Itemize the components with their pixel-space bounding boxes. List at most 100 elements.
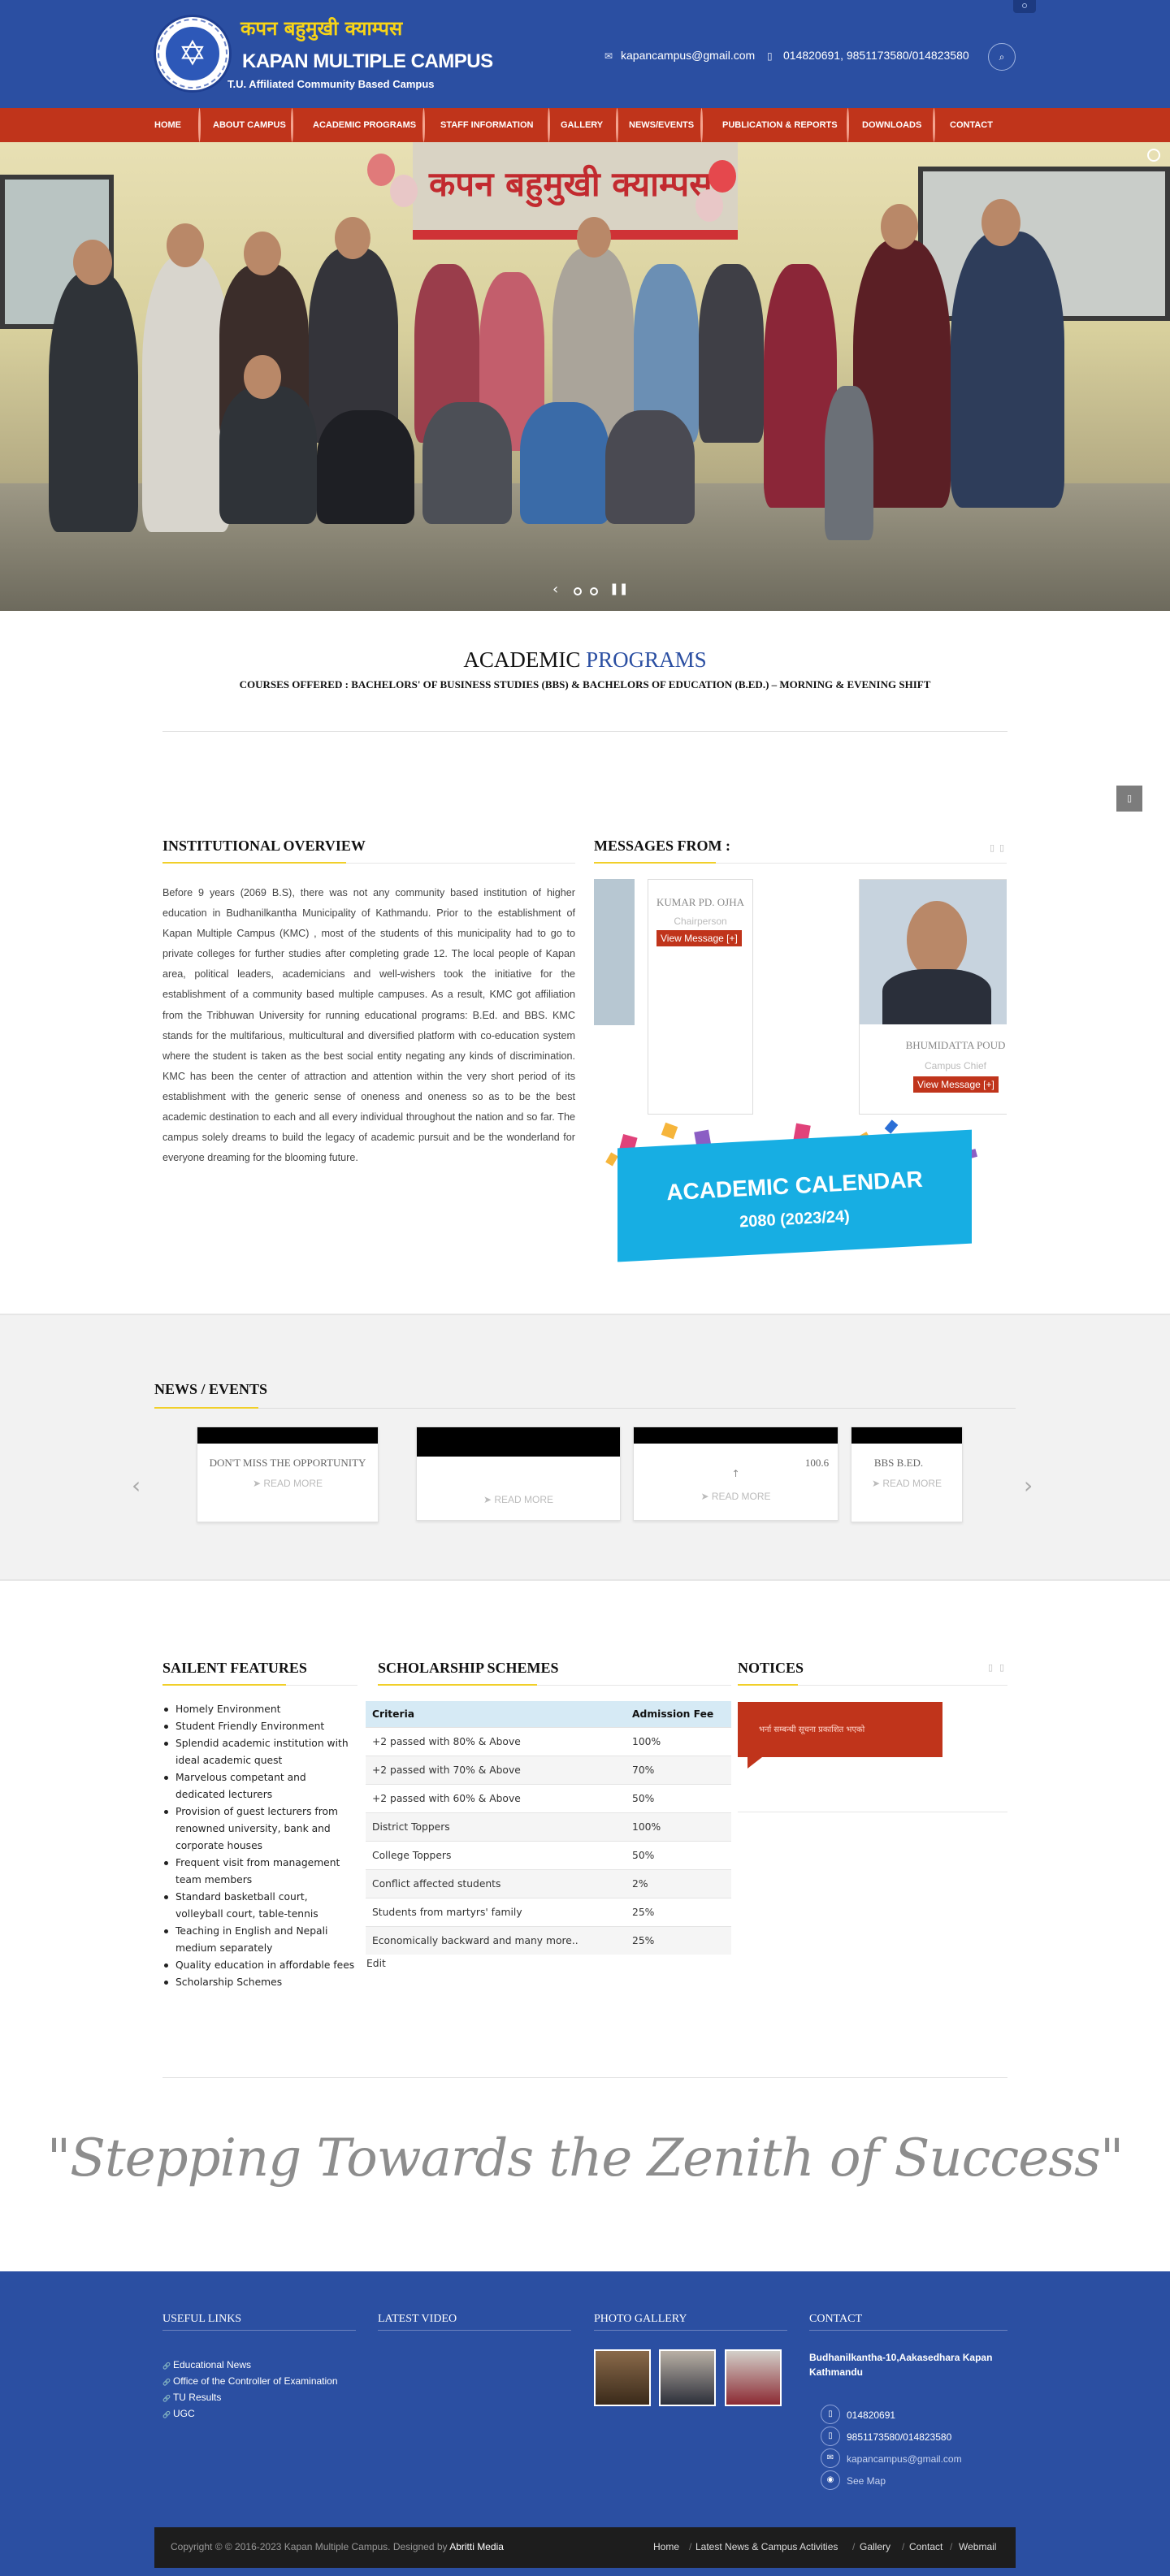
list-item: Provision of guest lecturers from renown… — [162, 1803, 358, 1855]
footer-nav-latest-news[interactable]: Latest News & Campus Activities — [696, 2541, 838, 2552]
read-more-link[interactable]: ➤ READ MORE — [417, 1494, 620, 1505]
footer-nav-contact[interactable]: Contact — [909, 2541, 942, 2552]
news-card[interactable]: BBS B.ED. ➤ READ MORE — [851, 1427, 963, 1522]
read-more-link[interactable]: ➤ READ MORE — [852, 1478, 962, 1489]
academic-programs-title: ACADEMIC PROGRAMS — [463, 647, 707, 672]
phone-icon: ▯ — [767, 50, 773, 62]
nav-item-publication-reports[interactable]: PUBLICATION & REPORTS — [722, 108, 838, 142]
gallery-thumbnail[interactable] — [594, 2349, 651, 2406]
read-more-link[interactable]: ➤ READ MORE — [634, 1491, 838, 1502]
contact-email[interactable]: kapancampus@gmail.com — [847, 2453, 962, 2465]
nav-item-downloads[interactable]: DOWNLOADS — [862, 108, 921, 142]
brand-name-nepali: कपन बहुमुखी क्याम्पस — [240, 17, 403, 40]
latest-video-heading: LATEST VIDEO — [378, 2313, 457, 2325]
hero-dot-1[interactable] — [574, 587, 582, 595]
hero-slider[interactable]: कपन बहुमुखी क्याम्पस ‹ ❚❚ — [0, 142, 1170, 611]
footer-link[interactable]: Office of the Controller of Examination — [162, 2374, 338, 2390]
read-more-link[interactable]: ➤ READ MORE — [197, 1478, 378, 1489]
list-item: Homely Environment — [162, 1701, 358, 1718]
edit-link[interactable]: Edit — [366, 1958, 386, 1969]
gallery-thumbnail[interactable] — [659, 2349, 716, 2406]
messages-prev-icon[interactable]: ▯ — [990, 842, 994, 853]
academic-calendar-banner[interactable]: ACADEMIC CALENDAR 2080 (2023/24) — [605, 1119, 980, 1267]
notices-next-icon[interactable]: ▯ — [999, 1662, 1004, 1673]
useful-links-list: Educational News Office of the Controlle… — [162, 2357, 338, 2422]
view-message-button[interactable]: View Message [+] — [913, 1076, 999, 1093]
header-phone: ▯ 014820691, 9851173580/014823580 — [767, 49, 969, 62]
pause-icon[interactable]: ❚❚ — [609, 582, 628, 595]
footer-nav-webmail[interactable]: Webmail — [959, 2541, 996, 2552]
news-prev-icon[interactable]: ‹ — [132, 1472, 141, 1499]
messages-next-icon[interactable]: ▯ — [999, 842, 1004, 853]
list-item: Frequent visit from management team memb… — [162, 1855, 358, 1889]
news-card[interactable]: ➤ READ MORE — [416, 1427, 621, 1521]
table-row: College Toppers 50% — [366, 1840, 731, 1869]
message-card-campus-chief: BHUMIDATTA POUD Campus Chief View Messag… — [859, 879, 1007, 1115]
side-toggle-button[interactable]: ▯ — [1116, 786, 1142, 812]
nav-item-about-campus[interactable]: ABOUT CAMPUS — [213, 108, 286, 142]
useful-links-heading: USEFUL LINKS — [162, 2313, 242, 2325]
gallery-thumbnail[interactable] — [725, 2349, 782, 2406]
contact-phone-1: 014820691 — [847, 2409, 896, 2421]
news-next-icon[interactable]: › — [1024, 1472, 1033, 1499]
features-heading: SAILENT FEATURES — [162, 1660, 307, 1676]
academic-programs-subtitle: COURSES OFFERED : BACHELORS' OF BUSINESS… — [239, 678, 931, 691]
see-map-link[interactable]: See Map — [847, 2475, 886, 2487]
institutional-overview-text: Before 9 years (2069 B.S), there was not… — [162, 887, 575, 1164]
table-row: Students from martyrs' family 25% — [366, 1897, 731, 1926]
list-item: Quality education in affordable fees — [162, 1957, 358, 1974]
news-heading: NEWS / EVENTS — [154, 1381, 268, 1397]
nav-item-home[interactable]: HOME — [154, 108, 181, 142]
scholarship-table: Criteria Admission Fee +2 passed with 80… — [366, 1701, 731, 1955]
scholarship-heading: SCHOLARSHIP SCHEMES — [378, 1660, 559, 1676]
brand-tagline: T.U. Affiliated Community Based Campus — [228, 78, 435, 90]
chairperson-photo-partial — [594, 879, 635, 1025]
view-message-button[interactable]: View Message [+] — [656, 930, 742, 946]
institutional-overview-heading: INSTITUTIONAL OVERVIEW — [162, 838, 366, 854]
column-header: Criteria — [366, 1701, 626, 1727]
nav-item-news-events[interactable]: NEWS/EVENTS — [629, 108, 694, 142]
list-item: Standard basketball court, volleyball co… — [162, 1889, 358, 1923]
nav-item-staff-information[interactable]: STAFF INFORMATION — [440, 108, 533, 142]
table-row: District Toppers 100% — [366, 1812, 731, 1841]
nav-item-academic-programs[interactable]: ACADEMIC PROGRAMS — [313, 108, 416, 142]
copyright-text: Copyright © © 2016-2023 Kapan Multiple C… — [171, 2541, 504, 2552]
footer-link[interactable]: UGC — [162, 2406, 338, 2422]
nav-item-gallery[interactable]: GALLERY — [561, 108, 603, 142]
notices-heading: NOTICES — [738, 1660, 804, 1676]
contact-heading: CONTACT — [809, 2313, 862, 2325]
envelope-icon: ✉ — [604, 50, 613, 62]
envelope-icon: ✉ — [821, 2448, 840, 2468]
news-card[interactable]: ↑ 100.6 ➤ READ MORE — [633, 1427, 838, 1521]
features-list: Homely Environment Student Friendly Envi… — [162, 1701, 358, 1991]
header-email[interactable]: ✉ kapancampus@gmail.com — [604, 49, 755, 62]
hero-dot-2[interactable] — [590, 587, 598, 595]
footer-link[interactable]: Educational News — [162, 2357, 338, 2374]
brand-name-english: KAPAN MULTIPLE CAMPUS — [242, 50, 493, 72]
table-row: +2 passed with 70% & Above 70% — [366, 1755, 731, 1784]
search-icon[interactable]: ⌕ — [988, 43, 1016, 71]
phone-icon: ▯ — [821, 2427, 840, 2446]
photo-gallery-heading: PHOTO GALLERY — [594, 2313, 687, 2325]
footer-nav-gallery[interactable]: Gallery — [860, 2541, 890, 2552]
hero-close-icon[interactable] — [1147, 149, 1160, 162]
footer-nav-home[interactable]: Home — [653, 2541, 679, 2552]
campus-logo[interactable]: ✡ — [154, 15, 232, 93]
top-panel-toggle[interactable] — [1013, 0, 1036, 13]
notice-text[interactable]: भर्ना सम्बन्धी सूचना प्रकाशित भएको — [759, 1723, 864, 1734]
list-item: Teaching in English and Nepali medium se… — [162, 1923, 358, 1957]
news-card[interactable]: DON'T MISS THE OPPORTUNITY ➤ READ MORE — [197, 1427, 379, 1522]
message-card-chairperson: KUMAR PD. OJHA Chairperson View Message … — [648, 879, 753, 1115]
designer-link[interactable]: Abritti Media — [449, 2541, 504, 2552]
phone-icon: ▯ — [821, 2405, 840, 2424]
site-header: ✡ कपन बहुमुखी क्याम्पस KAPAN MULTIPLE CA… — [0, 0, 1170, 108]
footer-link[interactable]: TU Results — [162, 2390, 338, 2406]
campus-chief-photo — [860, 880, 1007, 1024]
nav-item-contact[interactable]: CONTACT — [950, 108, 993, 142]
main-nav: HOME ABOUT CAMPUS ACADEMIC PROGRAMS STAF… — [0, 108, 1170, 142]
notices-prev-icon[interactable]: ▯ — [988, 1662, 993, 1673]
hero-banner-image: कपन बहुमुखी क्याम्पस — [413, 142, 738, 240]
news-thumbnail — [634, 1427, 838, 1444]
hero-prev-icon[interactable]: ‹ — [552, 581, 558, 598]
list-item: Marvelous competant and dedicated lectur… — [162, 1769, 358, 1803]
